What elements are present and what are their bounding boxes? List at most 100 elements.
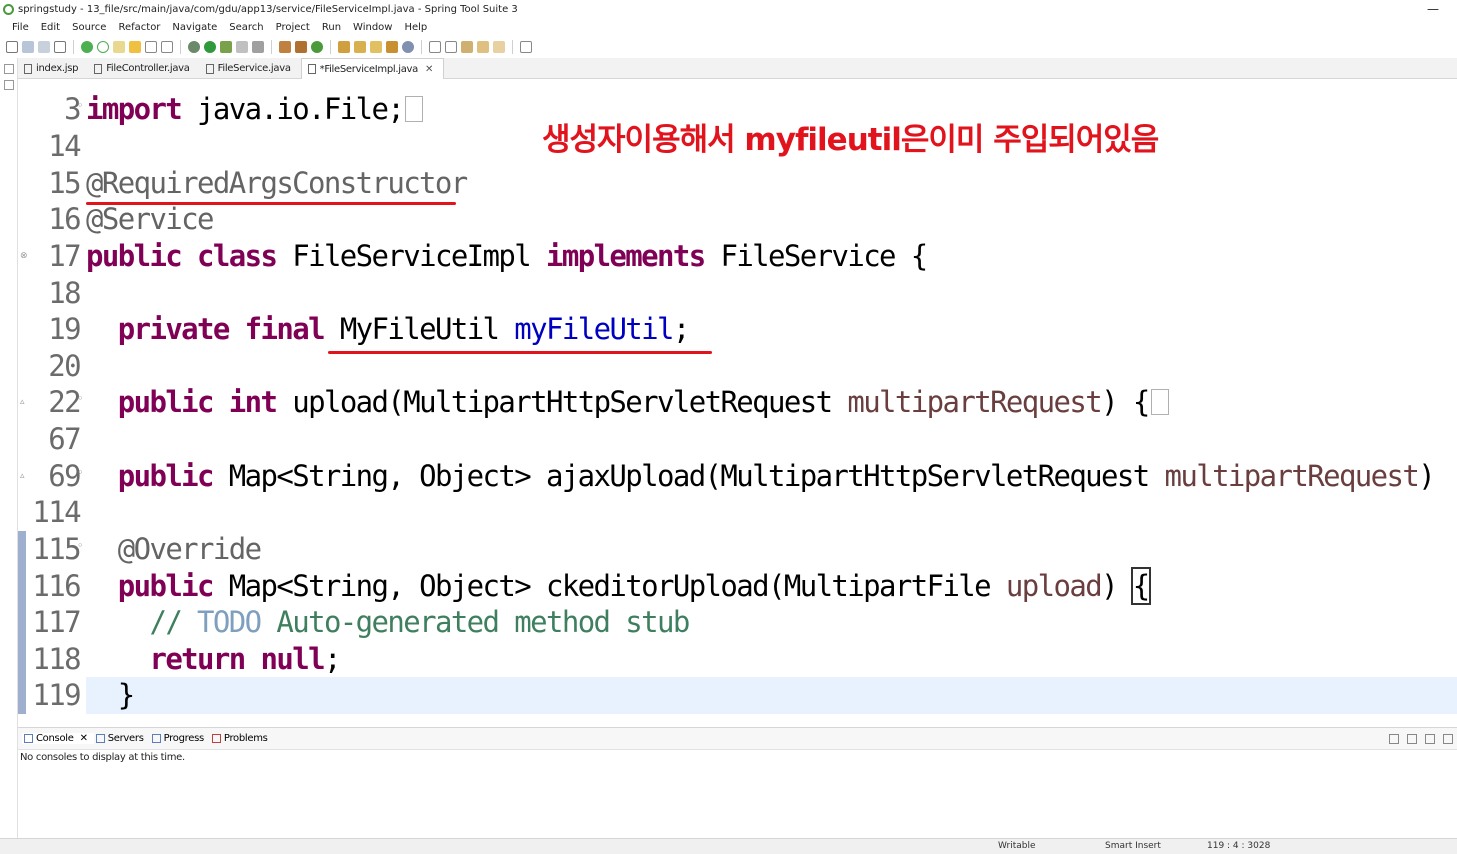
line-number: 17 <box>48 239 81 273</box>
line-number: 69 ◦ <box>48 458 84 493</box>
code-editor[interactable]: 3 ◦ 14 15 16 ⊗ 17 18 19 20 ▵ 22 ◦ 67 ▵ 69 ◦… <box>18 79 1457 727</box>
status-bar: Writable Smart Insert 119 : 4 : 3028 <box>0 838 1457 854</box>
restore-icon[interactable] <box>3 64 14 74</box>
close-icon[interactable]: ✕ <box>80 733 88 744</box>
forward-icon[interactable] <box>493 41 505 53</box>
servers-icon <box>95 734 105 743</box>
spring-tool-suite-icon <box>3 4 14 15</box>
search-icon[interactable] <box>370 41 382 53</box>
menu-edit[interactable]: Edit <box>35 19 66 36</box>
code-line: public Map<String, Object> ckeditorUploa… <box>117 567 1151 605</box>
line-number: 118 <box>32 642 81 676</box>
display-console-icon[interactable] <box>1407 734 1417 744</box>
menu-search[interactable]: Search <box>223 19 269 36</box>
line-number-ruler: 3 ◦ 14 15 16 ⊗ 17 18 19 20 ▵ 22 ◦ 67 ▵ 69 ◦… <box>18 79 86 727</box>
console-message: No consoles to display at this time. <box>20 752 185 763</box>
fold-expand-icon[interactable]: ◦ <box>77 384 84 414</box>
left-trim-bar <box>0 58 18 854</box>
open-task-icon[interactable] <box>354 41 366 53</box>
debug-icon[interactable] <box>81 41 93 53</box>
menu-window[interactable]: Window <box>347 19 398 36</box>
toolbar-separator <box>180 40 181 54</box>
pin-editor-icon[interactable] <box>520 41 532 53</box>
toolbar-separator <box>330 40 331 54</box>
code-line: public int upload(MultipartHttpServletRe… <box>86 384 1457 421</box>
line-number: 117 <box>32 605 81 639</box>
highlight-icon[interactable] <box>113 41 125 53</box>
back-icon[interactable] <box>477 41 489 53</box>
menu-file[interactable]: File <box>6 19 35 36</box>
tab-problems[interactable]: Problems <box>210 733 274 744</box>
code-line: @Override <box>117 532 262 566</box>
toolbar-separator <box>421 40 422 54</box>
code-line: return null; <box>149 642 341 676</box>
close-icon[interactable]: ✕ <box>425 64 433 75</box>
toolbar-separator <box>512 40 513 54</box>
open-type-icon[interactable] <box>338 41 350 53</box>
deploy-icon[interactable] <box>252 41 264 53</box>
tab-fileserviceimpl-java[interactable]: *FileServiceImpl.java ✕ <box>300 58 445 79</box>
new-class-icon[interactable] <box>311 41 323 53</box>
minimize-button[interactable]: — <box>1427 0 1439 19</box>
collapsed-imports-icon[interactable] <box>405 96 424 122</box>
globe-icon[interactable] <box>402 41 414 53</box>
refresh-icon[interactable] <box>97 41 109 53</box>
external-tools-icon[interactable] <box>220 41 232 53</box>
menu-run[interactable]: Run <box>316 19 347 36</box>
new-package-icon[interactable] <box>295 41 307 53</box>
new-icon[interactable] <box>6 41 18 53</box>
tab-index-jsp[interactable]: index.jsp <box>18 58 88 79</box>
previous-annotation-icon[interactable] <box>445 41 457 53</box>
last-edit-icon[interactable] <box>461 41 473 53</box>
menu-refactor[interactable]: Refactor <box>112 19 166 36</box>
tab-progress[interactable]: Progress <box>150 733 210 744</box>
tab-servers[interactable]: Servers <box>94 733 150 744</box>
minimize-panel-icon[interactable] <box>1443 734 1453 744</box>
line-number: 16 <box>48 202 81 236</box>
menu-bar: File Edit Source Refactor Navigate Searc… <box>0 19 1457 36</box>
save-icon[interactable] <box>22 41 34 53</box>
window-title-bar: springstudy - 13_file/src/main/java/com/… <box>0 0 1457 19</box>
menu-help[interactable]: Help <box>398 19 433 36</box>
line-number: 114 <box>32 495 81 529</box>
open-folder-icon[interactable] <box>386 41 398 53</box>
stop-icon[interactable] <box>236 41 248 53</box>
fold-expand-icon[interactable]: ◦ <box>77 91 84 121</box>
java-file-icon <box>94 63 103 74</box>
show-whitespace-icon[interactable] <box>161 41 173 53</box>
save-all-icon[interactable] <box>38 41 50 53</box>
panel-tab-bar: Console ✕ Servers Progress Problems <box>18 728 1457 750</box>
menu-source[interactable]: Source <box>66 19 112 36</box>
tab-label: Problems <box>223 733 268 744</box>
java-file-icon <box>307 64 316 74</box>
line-number: 3 ◦ <box>64 91 84 126</box>
line-number: 20 <box>48 349 81 383</box>
print-icon[interactable] <box>54 41 66 53</box>
toggle-mark-icon[interactable] <box>129 41 141 53</box>
tab-fileservice-java[interactable]: FileService.java <box>200 58 301 79</box>
line-number: 67 <box>48 422 81 456</box>
code-line: // TODO Auto-generated method stub <box>149 605 690 639</box>
collapsed-method-icon[interactable] <box>1150 389 1169 415</box>
line-number: 22 ◦ <box>48 384 84 419</box>
fold-collapse-icon[interactable]: ◦ <box>77 531 84 561</box>
line-number: 115 ◦ <box>32 531 84 566</box>
problems-icon <box>211 734 221 743</box>
package-explorer-icon[interactable] <box>3 80 14 90</box>
menu-navigate[interactable]: Navigate <box>166 19 223 36</box>
next-annotation-icon[interactable] <box>429 41 441 53</box>
fold-expand-icon[interactable]: ◦ <box>77 458 84 488</box>
open-console-icon[interactable] <box>1425 734 1435 744</box>
run-icon[interactable] <box>204 41 216 53</box>
pin-console-icon[interactable] <box>1389 734 1399 744</box>
menu-project[interactable]: Project <box>270 19 316 36</box>
tab-label: Servers <box>107 733 144 744</box>
tab-console[interactable]: Console ✕ <box>22 733 94 744</box>
toolbar-separator <box>271 40 272 54</box>
java-file-icon <box>205 63 214 74</box>
tab-filecontroller-java[interactable]: FileController.java <box>88 58 199 79</box>
block-select-icon[interactable] <box>145 41 157 53</box>
new-java-project-icon[interactable] <box>279 41 291 53</box>
debug-run-icon[interactable] <box>188 41 200 53</box>
code-text-area[interactable]: import java.io.File; @RequiredArgsConstr… <box>86 79 1457 727</box>
